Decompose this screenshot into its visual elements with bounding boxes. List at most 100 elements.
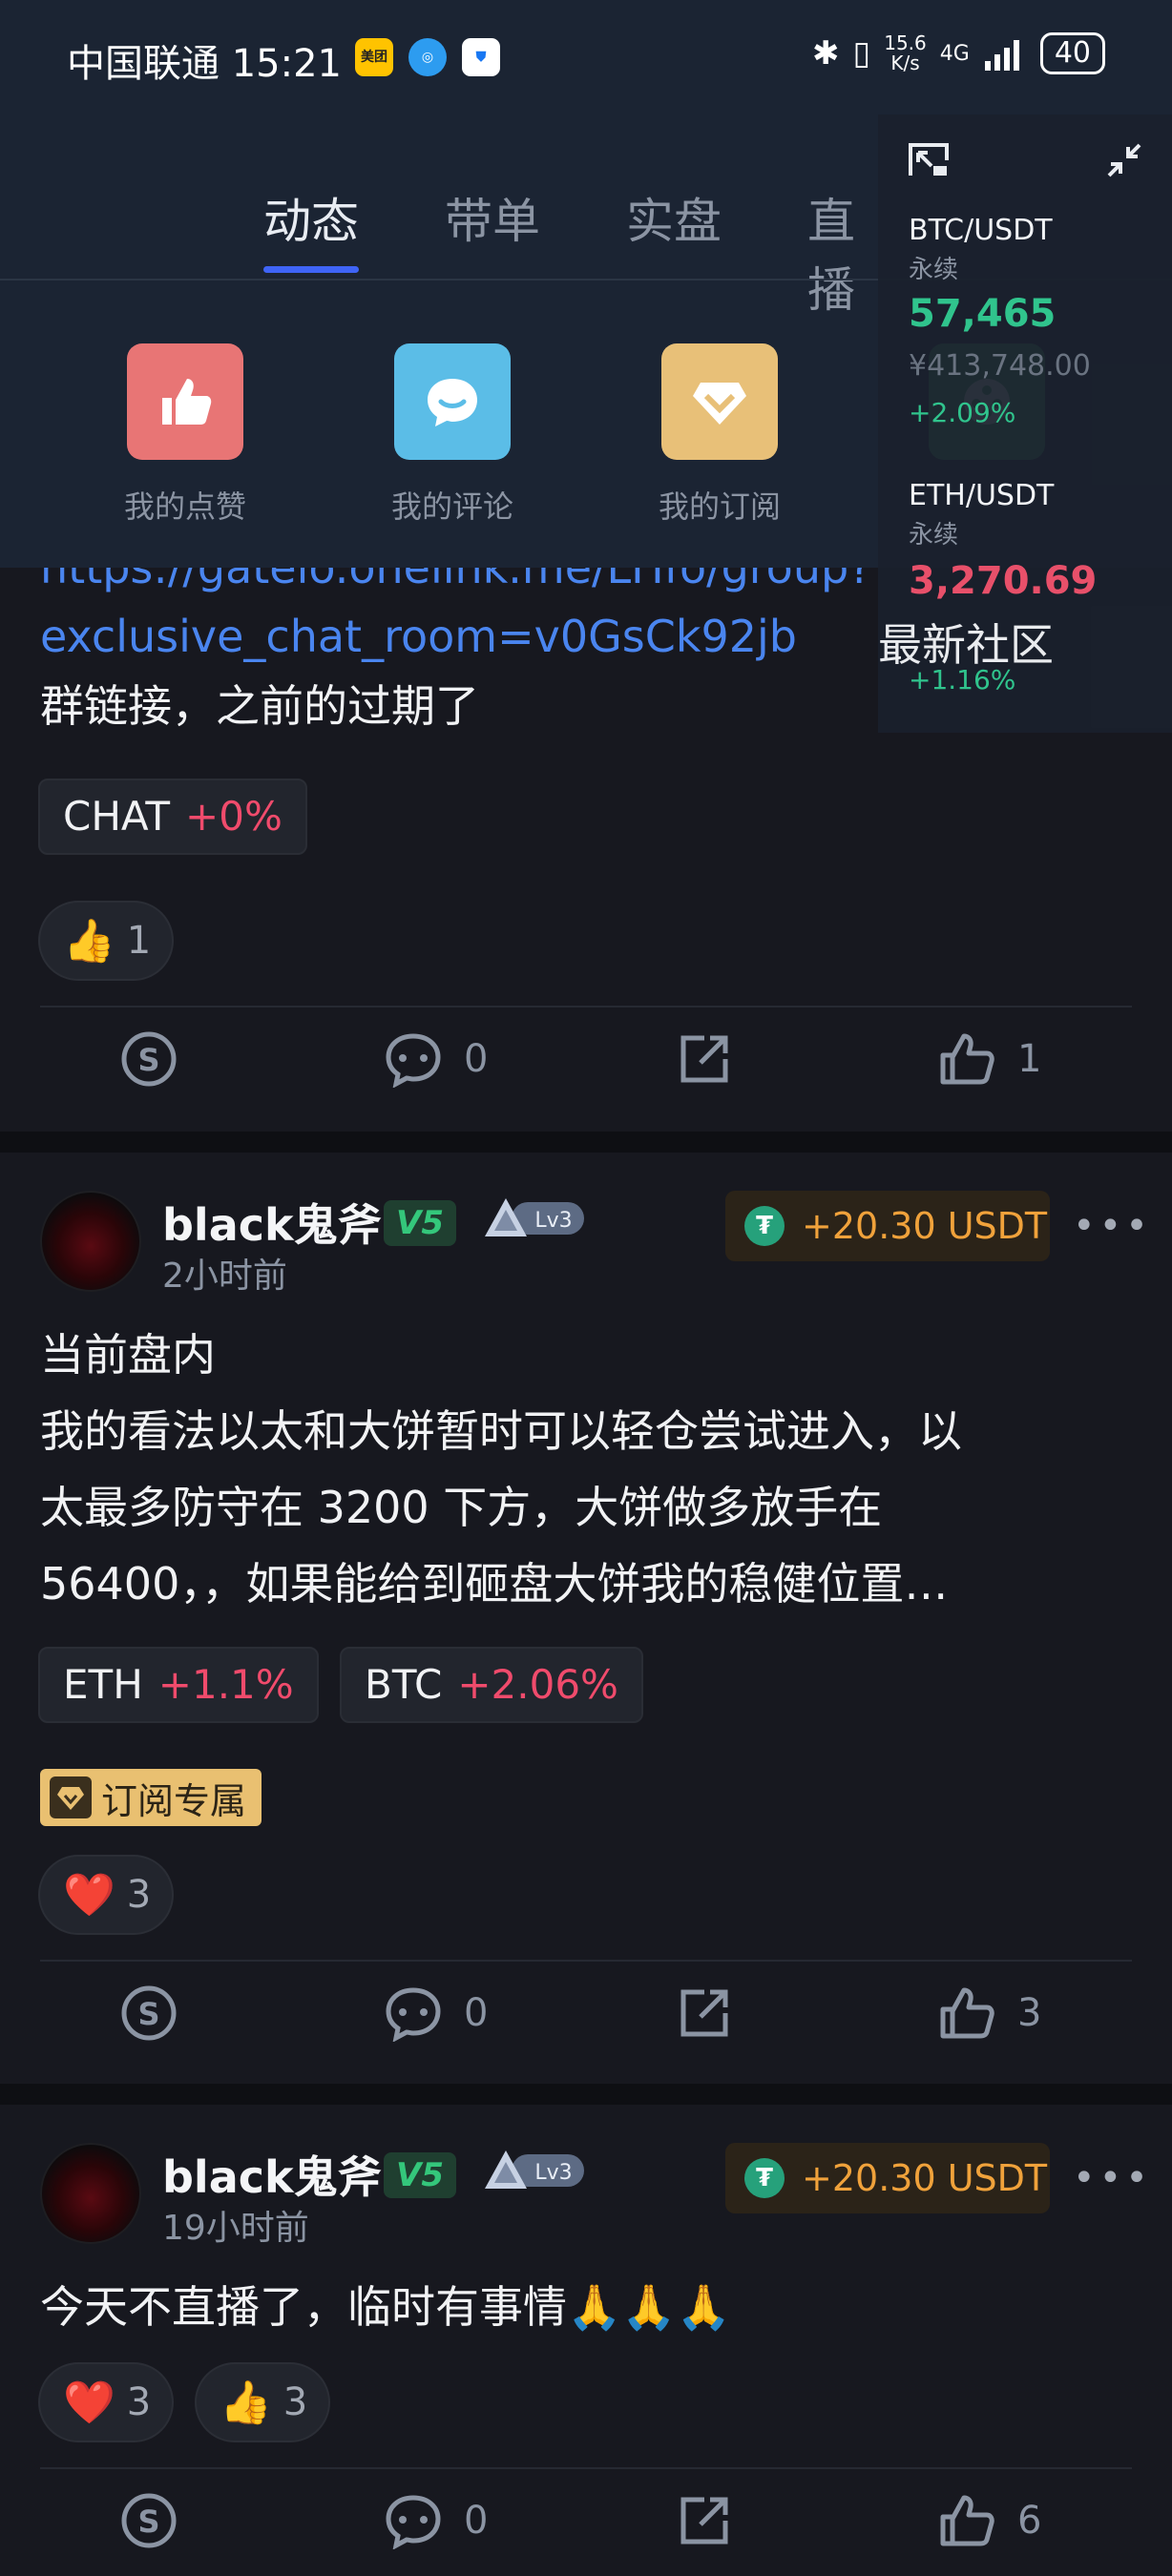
coin-tag[interactable]: CHAT +0% <box>38 779 307 855</box>
carrier-time: 中国联通 15:21 <box>67 42 342 86</box>
like-button[interactable]: 1 <box>937 1030 1041 1088</box>
my-likes-shortcut[interactable]: 我的点赞 <box>90 343 281 527</box>
tip-reward-amount: +20.30 USDT <box>802 2157 1048 2199</box>
ticker-change: +2.09% <box>909 397 1016 428</box>
collapse-icon[interactable] <box>1105 141 1143 179</box>
subscriber-only-label: 订阅专属 <box>101 1779 247 1822</box>
thumbs-up-icon <box>940 1987 994 2039</box>
post-card: black鬼斧 V5 Lv3 2小时前 ₮ +20.30 USDT ••• 当前… <box>0 1153 1172 2084</box>
post-actions: S 0 6 <box>0 2492 1172 2568</box>
username[interactable]: black鬼斧 <box>162 1191 382 1254</box>
tip-button[interactable]: S <box>120 1030 178 1088</box>
tab-live-trading[interactable]: 实盘 <box>626 183 722 252</box>
tab-label: 直播 <box>807 194 855 318</box>
tether-icon: ₮ <box>744 2158 785 2198</box>
reaction-pill[interactable]: ❤️ 3 <box>38 2362 175 2442</box>
tab-copy-trading[interactable]: 带单 <box>445 183 540 252</box>
post-text-line: 我的看法以太和大饼暂时可以轻仓尝试进入，以 <box>40 1405 962 1457</box>
picture-in-picture-icon[interactable] <box>907 141 951 179</box>
feed-tabs: 动态 带单 实盘 直播 <box>0 172 897 318</box>
chat-bubble-icon <box>394 343 511 460</box>
network-speed: 15.6 K/s <box>884 33 927 73</box>
post-actions: S 0 3 <box>0 1984 1172 2061</box>
tab-label: 带单 <box>445 194 540 249</box>
coin-tag-symbol: CHAT <box>63 793 171 840</box>
share-button[interactable] <box>676 2492 733 2549</box>
level-badge-icon: Lv3 <box>485 1198 584 1236</box>
reaction-count: 3 <box>126 2380 152 2424</box>
battery-indicator: 40 <box>1039 32 1105 74</box>
post-link[interactable]: exclusive_chat_room=v0GsCk92jb <box>40 611 797 662</box>
notification-icons: 美团 ◎ ⛊ <box>355 38 500 76</box>
like-button[interactable]: 3 <box>937 1984 1041 2042</box>
compass-icon: ◎ <box>408 38 447 76</box>
thumbs-up-icon <box>127 343 243 460</box>
comment-button[interactable]: 0 <box>384 2492 488 2549</box>
meituan-icon: 美团 <box>355 38 393 76</box>
signal-4g-icon: 4G <box>939 41 970 66</box>
post-actions: S 0 1 <box>0 1030 1172 1107</box>
post-text-line: 当前盘内 <box>40 1329 216 1381</box>
diamond-icon <box>661 343 778 460</box>
vip-badge: V5 <box>384 1200 456 1246</box>
tip-button[interactable]: S <box>120 1984 178 2042</box>
like-button[interactable]: 6 <box>937 2492 1041 2549</box>
share-button[interactable] <box>676 1984 733 2042</box>
comment-button[interactable]: 0 <box>384 1984 488 2042</box>
coin-tag-change: +1.1% <box>157 1661 294 1708</box>
tab-dynamics[interactable]: 动态 <box>263 183 359 273</box>
signal-bars-icon <box>984 40 1019 71</box>
tether-icon: ₮ <box>744 1206 785 1246</box>
vibrate-icon: ▯ <box>852 34 871 73</box>
tip-reward-badge[interactable]: ₮ +20.30 USDT <box>725 1191 1050 1261</box>
svg-text:S: S <box>137 1042 159 1078</box>
avatar[interactable] <box>40 2143 141 2244</box>
username[interactable]: black鬼斧 <box>162 2143 382 2206</box>
vip-badge: V5 <box>384 2152 456 2198</box>
network-speed-unit: K/s <box>890 52 920 74</box>
coin-tag-change: +2.06% <box>457 1661 618 1708</box>
reaction-pill[interactable]: 👍 3 <box>195 2362 331 2442</box>
share-button[interactable] <box>676 1030 733 1088</box>
reaction-pill[interactable]: 👍 1 <box>38 901 175 981</box>
level-badge-icon: Lv3 <box>485 2150 584 2189</box>
coin-tag-change: +0% <box>185 793 283 840</box>
tab-label: 动态 <box>263 194 359 249</box>
shield-icon: ⛊ <box>462 38 500 76</box>
my-comments-shortcut[interactable]: 我的评论 <box>357 343 548 527</box>
shortcut-label: 我的点赞 <box>123 488 246 525</box>
ticker-price: 3,270.69 <box>909 559 1098 603</box>
shortcut-label: 我的评论 <box>390 488 513 525</box>
share-icon <box>680 1989 728 2037</box>
community-label[interactable]: 最新社区 <box>878 611 1054 674</box>
reaction-count: 3 <box>283 2380 308 2424</box>
coin-icon: S <box>121 1031 177 1087</box>
coin-tag[interactable]: ETH +1.1% <box>38 1647 319 1723</box>
coin-tag[interactable]: BTC +2.06% <box>340 1647 643 1723</box>
bluetooth-icon: ✱ <box>812 34 840 73</box>
divider <box>40 1960 1132 1962</box>
my-subscriptions-shortcut[interactable]: 我的订阅 <box>624 343 815 527</box>
subscriber-only-badge: 订阅专属 <box>40 1769 262 1826</box>
tab-active-indicator <box>263 266 359 273</box>
ticker-contract-type: 永续 <box>909 521 959 550</box>
thumbs-up-emoji: 👍 <box>220 2379 272 2427</box>
tip-reward-badge[interactable]: ₮ +20.30 USDT <box>725 2143 1050 2213</box>
comment-button[interactable]: 0 <box>384 1030 488 1088</box>
tab-label: 实盘 <box>626 194 722 249</box>
level-badge-text: Lv3 <box>534 1209 572 1233</box>
ticker-pair: ETH/USDT <box>909 479 1055 512</box>
avatar[interactable] <box>40 1191 141 1292</box>
tip-button[interactable]: S <box>120 2492 178 2549</box>
like-count: 3 <box>1017 1991 1042 2035</box>
more-options-icon[interactable]: ••• <box>1073 1204 1152 1248</box>
status-bar: 中国联通 15:21 美团 ◎ ⛊ ✱ ▯ 15.6 K/s 4G 40 <box>0 0 1172 114</box>
system-indicators: ✱ ▯ 15.6 K/s 4G 40 <box>812 32 1105 74</box>
comment-icon <box>386 2495 441 2549</box>
reaction-pill[interactable]: ❤️ 3 <box>38 1855 175 1935</box>
coin-icon: S <box>121 1985 177 2041</box>
post-time: 2小时前 <box>162 1257 287 1296</box>
ticker-controls <box>907 141 1143 189</box>
post-text: 今天不直播了，临时有事情🙏🙏🙏 <box>40 2281 731 2333</box>
more-options-icon[interactable]: ••• <box>1073 2156 1152 2200</box>
